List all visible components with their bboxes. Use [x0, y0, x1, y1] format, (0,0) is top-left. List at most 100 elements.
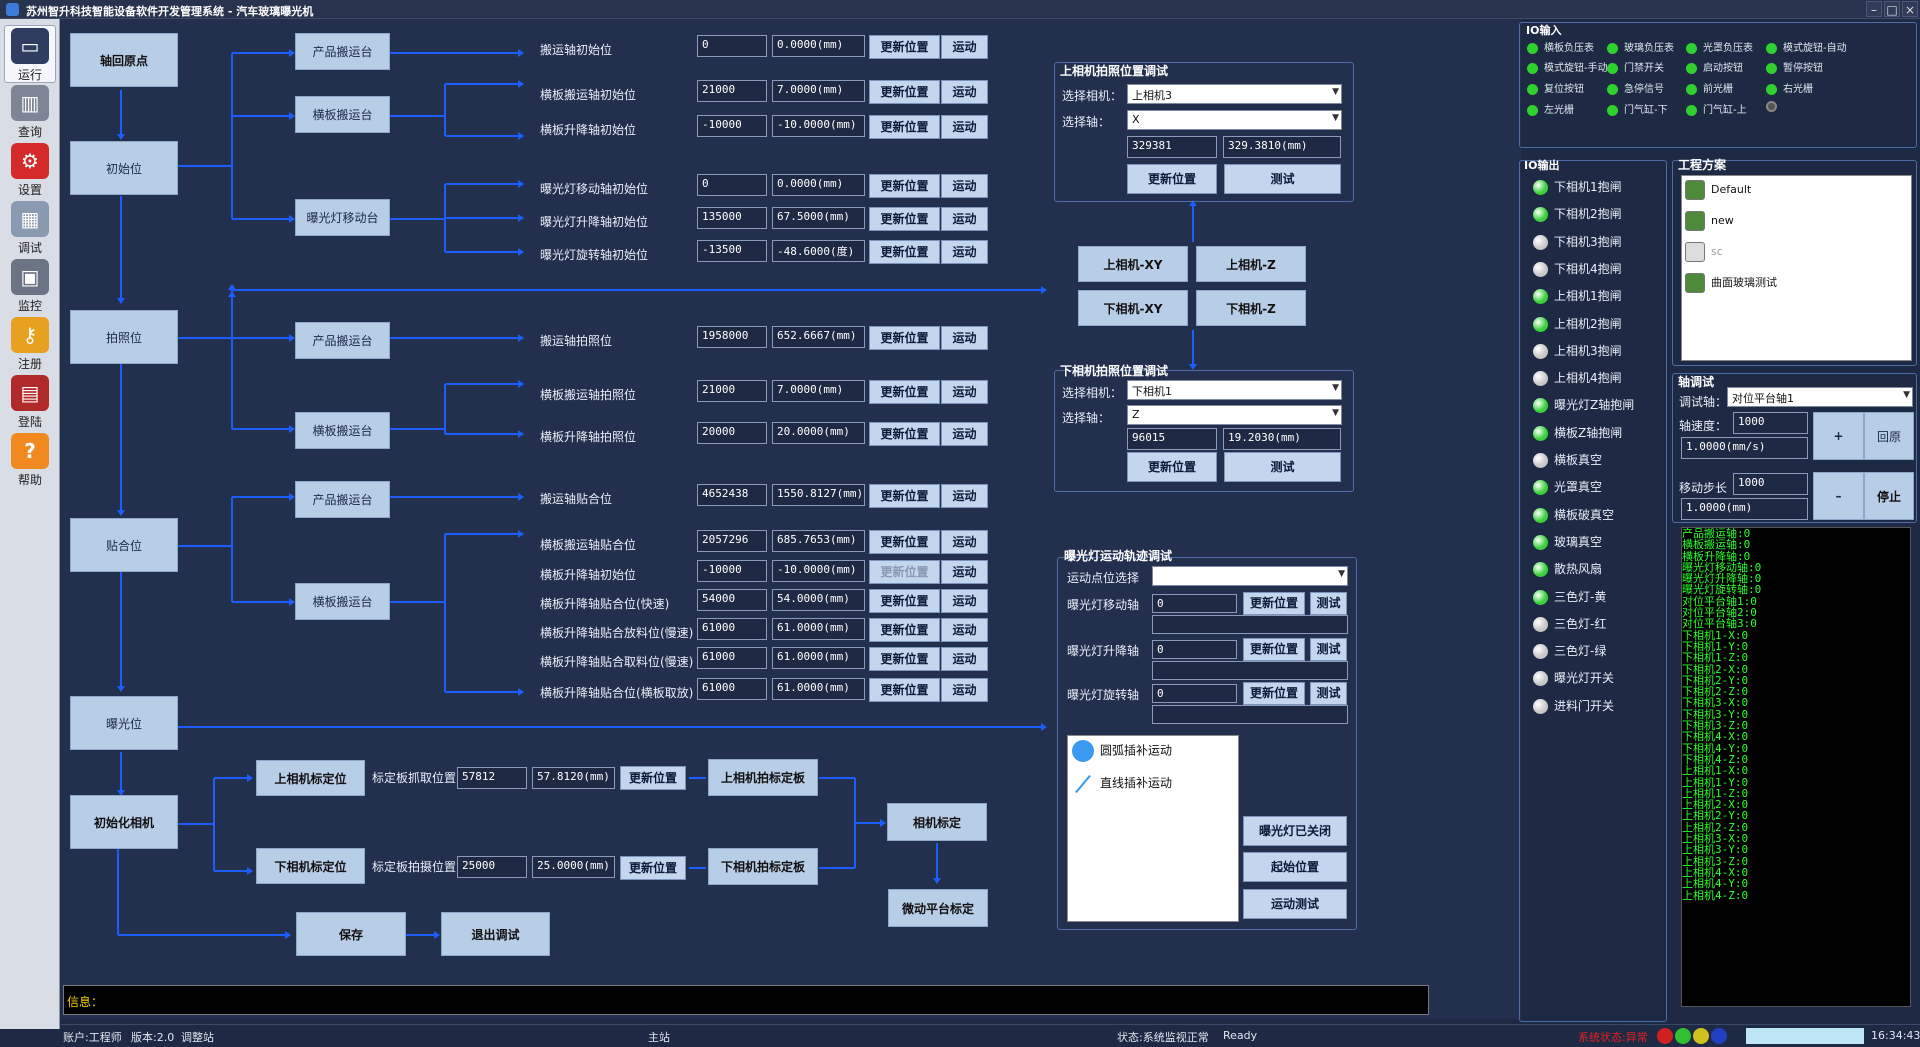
upper-cam-z-button[interactable]: 上相机-Z	[1196, 246, 1306, 282]
io-output-8[interactable]: 曝光灯Z轴抱闸	[1533, 396, 1634, 414]
row-update-button-15[interactable]: 更新位置	[869, 678, 940, 702]
station-2[interactable]: 曝光灯移动台	[295, 199, 390, 236]
row-update-button-9[interactable]: 更新位置	[869, 484, 940, 508]
io-output-13[interactable]: 玻璃真空	[1533, 533, 1602, 550]
row-update-button-0[interactable]: 更新位置	[869, 35, 940, 59]
lower-pulse-input[interactable]: 96015	[1127, 428, 1217, 450]
io-output-7[interactable]: 上相机4抱闸	[1533, 369, 1622, 387]
row-move-button-2[interactable]: 运动	[941, 115, 988, 139]
expo-axis-extra-0[interactable]	[1152, 615, 1348, 634]
row-update-button-4[interactable]: 更新位置	[869, 207, 940, 231]
row-mm-input-7[interactable]: 7.0000(mm)	[772, 380, 865, 402]
lower-cam-xy-button[interactable]: 下相机-XY	[1078, 290, 1188, 326]
row-update-button-3[interactable]: 更新位置	[869, 174, 940, 198]
row-pulse-input-15[interactable]: 61000	[697, 678, 767, 700]
lower-cal-mm[interactable]: 25.0000(mm)	[532, 856, 615, 878]
upper-test-button[interactable]: 测试	[1224, 164, 1341, 194]
lower-cal-update-button[interactable]: 更新位置	[620, 856, 686, 880]
io-output-0[interactable]: 下相机1抱闸	[1533, 178, 1622, 195]
row-mm-input-9[interactable]: 1550.8127(mm)	[772, 484, 865, 506]
io-output-19[interactable]: 进料门开关	[1533, 697, 1614, 714]
stage-4[interactable]: 曝光位	[70, 696, 178, 750]
io-output-15[interactable]: 三色灯-黄	[1533, 588, 1606, 605]
row-mm-input-4[interactable]: 67.5000(mm)	[772, 207, 865, 229]
start-position-button[interactable]: 起始位置	[1243, 852, 1347, 882]
line-motion-item[interactable]: 直线插补运动	[1072, 774, 1172, 793]
camera-cal-button[interactable]: 相机标定	[887, 803, 987, 841]
io-output-10[interactable]: 横板真空	[1533, 451, 1602, 468]
stage-1[interactable]: 初始位	[70, 141, 178, 195]
io-output-3[interactable]: 下相机4抱闸	[1533, 260, 1622, 277]
io-output-16[interactable]: 三色灯-红	[1533, 615, 1606, 632]
step-input[interactable]: 1000	[1733, 473, 1808, 495]
io-output-1[interactable]: 下相机2抱闸	[1533, 205, 1622, 223]
row-pulse-input-14[interactable]: 61000	[697, 647, 767, 669]
row-move-button-15[interactable]: 运动	[941, 678, 988, 702]
arc-motion-item[interactable]: 圆弧插补运动	[1072, 740, 1172, 762]
upper-camera-select[interactable]: 上相机3 ▼	[1127, 84, 1342, 104]
lower-update-button[interactable]: 更新位置	[1127, 452, 1217, 482]
row-pulse-input-5[interactable]: -13500	[697, 240, 767, 262]
motion-test-button[interactable]: 运动测试	[1243, 889, 1347, 919]
row-move-button-11[interactable]: 运动	[941, 560, 988, 584]
stop-button[interactable]: 停止	[1864, 472, 1914, 520]
row-update-button-13[interactable]: 更新位置	[869, 618, 940, 642]
row-mm-input-14[interactable]: 61.0000(mm)	[772, 647, 865, 669]
expo-axis-input-0[interactable]: 0	[1152, 594, 1237, 613]
io-output-9[interactable]: 横板Z轴抱闸	[1533, 424, 1622, 441]
row-update-button-7[interactable]: 更新位置	[869, 380, 940, 404]
upper-pulse-input[interactable]: 329381	[1127, 136, 1217, 158]
io-output-11[interactable]: 光罩真空	[1533, 478, 1602, 496]
row-mm-input-12[interactable]: 54.0000(mm)	[772, 589, 865, 611]
row-pulse-input-6[interactable]: 1958000	[697, 326, 767, 348]
row-mm-input-10[interactable]: 685.7653(mm)	[772, 530, 865, 552]
row-pulse-input-3[interactable]: 0	[697, 174, 767, 196]
row-update-button-12[interactable]: 更新位置	[869, 589, 940, 613]
row-pulse-input-0[interactable]: 0	[697, 35, 767, 57]
project-item-0[interactable]: Default	[1685, 180, 1751, 200]
io-output-18[interactable]: 曝光灯开关	[1533, 669, 1614, 687]
io-output-2[interactable]: 下相机3抱闸	[1533, 233, 1622, 250]
jog-plus-button[interactable]: +	[1813, 412, 1864, 460]
row-move-button-1[interactable]: 运动	[941, 80, 988, 104]
project-item-3[interactable]: 曲面玻璃测试	[1685, 273, 1777, 293]
row-mm-input-8[interactable]: 20.0000(mm)	[772, 422, 865, 444]
row-mm-input-3[interactable]: 0.0000(mm)	[772, 174, 865, 196]
row-update-button-11[interactable]: 更新位置	[869, 560, 940, 584]
speed-input[interactable]: 1000	[1733, 412, 1808, 434]
lamp-closed-button[interactable]: 曝光灯已关闭	[1243, 816, 1347, 846]
row-update-button-6[interactable]: 更新位置	[869, 326, 940, 350]
row-move-button-4[interactable]: 运动	[941, 207, 988, 231]
expo-axis-update-button-0[interactable]: 更新位置	[1243, 592, 1305, 615]
io-output-14[interactable]: 散热风扇	[1533, 560, 1602, 578]
io-output-17[interactable]: 三色灯-绿	[1533, 642, 1606, 660]
row-pulse-input-7[interactable]: 21000	[697, 380, 767, 402]
row-move-button-5[interactable]: 运动	[941, 240, 988, 264]
io-output-6[interactable]: 上相机3抱闸	[1533, 342, 1622, 359]
row-pulse-input-12[interactable]: 54000	[697, 589, 767, 611]
row-move-button-0[interactable]: 运动	[941, 35, 988, 59]
row-pulse-input-13[interactable]: 61000	[697, 618, 767, 640]
row-mm-input-5[interactable]: -48.6000(度)	[772, 240, 865, 262]
row-mm-input-1[interactable]: 7.0000(mm)	[772, 80, 865, 102]
upper-cam-xy-button[interactable]: 上相机-XY	[1078, 246, 1188, 282]
exposure-point-select[interactable]: ▼	[1152, 566, 1348, 586]
row-update-button-10[interactable]: 更新位置	[869, 530, 940, 554]
row-update-button-14[interactable]: 更新位置	[869, 647, 940, 671]
lower-cal-box[interactable]: 下相机标定位	[256, 848, 365, 884]
lower-test-button[interactable]: 测试	[1224, 452, 1341, 482]
lower-camera-select[interactable]: 下相机1 ▼	[1127, 380, 1342, 400]
row-move-button-10[interactable]: 运动	[941, 530, 988, 554]
row-pulse-input-11[interactable]: -10000	[697, 560, 767, 582]
stage-0[interactable]: 轴回原点	[70, 33, 178, 87]
row-move-button-6[interactable]: 运动	[941, 326, 988, 350]
row-update-button-1[interactable]: 更新位置	[869, 80, 940, 104]
upper-cal-shot-button[interactable]: 上相机拍标定板	[708, 759, 818, 796]
upper-cal-update-button[interactable]: 更新位置	[620, 766, 686, 790]
lower-mm-input[interactable]: 19.2030(mm)	[1223, 428, 1341, 450]
expo-axis-update-button-1[interactable]: 更新位置	[1243, 638, 1305, 661]
station-4[interactable]: 横板搬运台	[295, 412, 390, 449]
expo-axis-test-button-2[interactable]: 测试	[1310, 682, 1347, 705]
io-output-4[interactable]: 上相机1抱闸	[1533, 287, 1622, 305]
expo-axis-test-button-1[interactable]: 测试	[1310, 638, 1347, 661]
